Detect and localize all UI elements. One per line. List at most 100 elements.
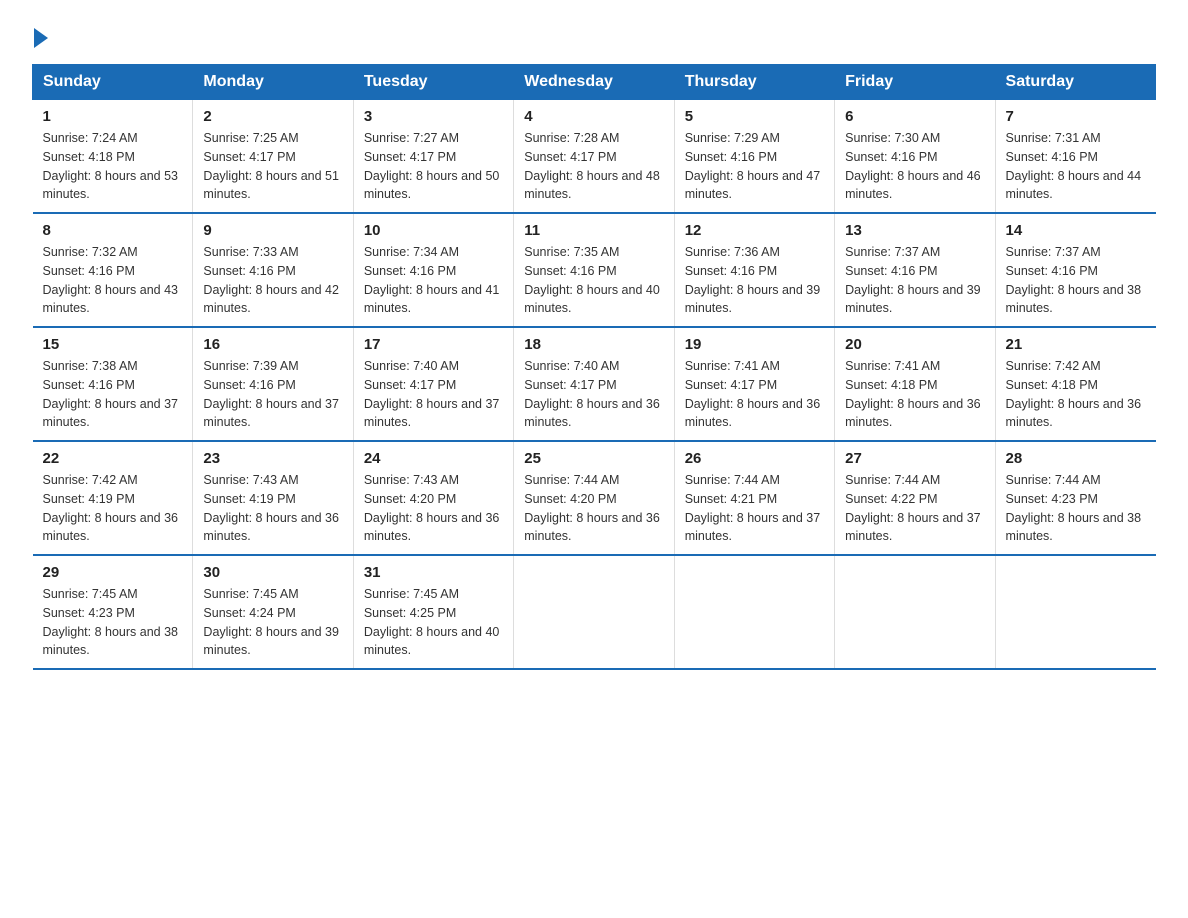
logo-arrow-icon [34,28,48,48]
day-info: Sunrise: 7:36 AMSunset: 4:16 PMDaylight:… [685,243,824,318]
calendar-cell: 2Sunrise: 7:25 AMSunset: 4:17 PMDaylight… [193,100,353,214]
calendar-cell: 13 Sunrise: 7:37 AMSunset: 4:16 PMDayligh… [835,213,995,327]
calendar-cell: 30 Sunrise: 7:45 AMSunset: 4:24 PMDayligh… [193,555,353,669]
weekday-header-monday: Monday [193,65,353,100]
day-info: Sunrise: 7:27 AMSunset: 4:17 PMDaylight:… [364,129,503,204]
day-number: 2 [203,108,342,125]
day-number: 10 [364,222,503,239]
day-number: 21 [1006,336,1146,353]
day-info: Sunrise: 7:41 AMSunset: 4:18 PMDaylight:… [845,357,984,432]
day-info: Sunrise: 7:24 AMSunset: 4:18 PMDaylight:… [43,129,183,204]
day-number: 9 [203,222,342,239]
day-info: Sunrise: 7:32 AMSunset: 4:16 PMDaylight:… [43,243,183,318]
day-number: 17 [364,336,503,353]
day-number: 30 [203,564,342,581]
calendar-cell: 14Sunrise: 7:37 AMSunset: 4:16 PMDayligh… [995,213,1155,327]
day-info: Sunrise: 7:37 AMSunset: 4:16 PMDaylight:… [845,243,984,318]
day-info: Sunrise: 7:39 AMSunset: 4:16 PMDaylight:… [203,357,342,432]
logo [32,24,48,44]
calendar-cell: 31Sunrise: 7:45 AMSunset: 4:25 PMDayligh… [353,555,513,669]
day-number: 13 [845,222,984,239]
calendar-cell: 26Sunrise: 7:44 AMSunset: 4:21 PMDayligh… [674,441,834,555]
day-info: Sunrise: 7:35 AMSunset: 4:16 PMDaylight:… [524,243,663,318]
day-number: 23 [203,450,342,467]
day-info: Sunrise: 7:38 AMSunset: 4:16 PMDaylight:… [43,357,183,432]
calendar-cell: 4 Sunrise: 7:28 AMSunset: 4:17 PMDaylight… [514,100,674,214]
day-number: 14 [1006,222,1146,239]
calendar-cell: 6 Sunrise: 7:30 AMSunset: 4:16 PMDaylight… [835,100,995,214]
calendar-week-row: 8 Sunrise: 7:32 AMSunset: 4:16 PMDaylight… [33,213,1156,327]
calendar-week-row: 1 Sunrise: 7:24 AMSunset: 4:18 PMDaylight… [33,100,1156,214]
day-info: Sunrise: 7:41 AMSunset: 4:17 PMDaylight:… [685,357,824,432]
calendar-cell: 27 Sunrise: 7:44 AMSunset: 4:22 PMDayligh… [835,441,995,555]
calendar-cell: 17Sunrise: 7:40 AMSunset: 4:17 PMDayligh… [353,327,513,441]
day-number: 6 [845,108,984,125]
day-number: 20 [845,336,984,353]
calendar-week-row: 29 Sunrise: 7:45 AMSunset: 4:23 PMDayligh… [33,555,1156,669]
day-info: Sunrise: 7:34 AMSunset: 4:16 PMDaylight:… [364,243,503,318]
day-number: 19 [685,336,824,353]
day-info: Sunrise: 7:28 AMSunset: 4:17 PMDaylight:… [524,129,663,204]
calendar-cell: 18 Sunrise: 7:40 AMSunset: 4:17 PMDayligh… [514,327,674,441]
weekday-header-friday: Friday [835,65,995,100]
day-number: 7 [1006,108,1146,125]
day-info: Sunrise: 7:42 AMSunset: 4:18 PMDaylight:… [1006,357,1146,432]
day-number: 15 [43,336,183,353]
day-number: 12 [685,222,824,239]
day-number: 25 [524,450,663,467]
calendar-cell: 7 Sunrise: 7:31 AMSunset: 4:16 PMDaylight… [995,100,1155,214]
calendar-cell: 16 Sunrise: 7:39 AMSunset: 4:16 PMDayligh… [193,327,353,441]
day-number: 18 [524,336,663,353]
day-info: Sunrise: 7:45 AMSunset: 4:25 PMDaylight:… [364,585,503,660]
day-number: 8 [43,222,183,239]
calendar-table: SundayMondayTuesdayWednesdayThursdayFrid… [32,64,1156,670]
day-number: 3 [364,108,503,125]
day-number: 28 [1006,450,1146,467]
calendar-cell: 5Sunrise: 7:29 AMSunset: 4:16 PMDaylight… [674,100,834,214]
day-number: 1 [43,108,183,125]
day-number: 11 [524,222,663,239]
calendar-cell [514,555,674,669]
day-number: 16 [203,336,342,353]
day-info: Sunrise: 7:44 AMSunset: 4:22 PMDaylight:… [845,471,984,546]
calendar-cell: 24Sunrise: 7:43 AMSunset: 4:20 PMDayligh… [353,441,513,555]
calendar-week-row: 22 Sunrise: 7:42 AMSunset: 4:19 PMDayligh… [33,441,1156,555]
day-number: 22 [43,450,183,467]
day-number: 27 [845,450,984,467]
calendar-cell: 25 Sunrise: 7:44 AMSunset: 4:20 PMDayligh… [514,441,674,555]
calendar-week-row: 15 Sunrise: 7:38 AMSunset: 4:16 PMDayligh… [33,327,1156,441]
day-number: 26 [685,450,824,467]
day-info: Sunrise: 7:42 AMSunset: 4:19 PMDaylight:… [43,471,183,546]
calendar-cell [835,555,995,669]
calendar-cell: 3 Sunrise: 7:27 AMSunset: 4:17 PMDaylight… [353,100,513,214]
day-number: 24 [364,450,503,467]
calendar-cell: 21 Sunrise: 7:42 AMSunset: 4:18 PMDayligh… [995,327,1155,441]
weekday-header-wednesday: Wednesday [514,65,674,100]
calendar-cell: 20 Sunrise: 7:41 AMSunset: 4:18 PMDayligh… [835,327,995,441]
weekday-header-thursday: Thursday [674,65,834,100]
day-info: Sunrise: 7:33 AMSunset: 4:16 PMDaylight:… [203,243,342,318]
calendar-cell [995,555,1155,669]
calendar-cell: 29 Sunrise: 7:45 AMSunset: 4:23 PMDayligh… [33,555,193,669]
day-info: Sunrise: 7:40 AMSunset: 4:17 PMDaylight:… [524,357,663,432]
day-info: Sunrise: 7:45 AMSunset: 4:24 PMDaylight:… [203,585,342,660]
calendar-cell: 9 Sunrise: 7:33 AMSunset: 4:16 PMDaylight… [193,213,353,327]
calendar-cell: 12 Sunrise: 7:36 AMSunset: 4:16 PMDayligh… [674,213,834,327]
day-info: Sunrise: 7:44 AMSunset: 4:23 PMDaylight:… [1006,471,1146,546]
day-number: 29 [43,564,183,581]
day-number: 4 [524,108,663,125]
day-info: Sunrise: 7:30 AMSunset: 4:16 PMDaylight:… [845,129,984,204]
calendar-header: SundayMondayTuesdayWednesdayThursdayFrid… [33,65,1156,100]
calendar-cell: 22 Sunrise: 7:42 AMSunset: 4:19 PMDayligh… [33,441,193,555]
day-info: Sunrise: 7:43 AMSunset: 4:19 PMDaylight:… [203,471,342,546]
weekday-header-sunday: Sunday [33,65,193,100]
calendar-cell: 15 Sunrise: 7:38 AMSunset: 4:16 PMDayligh… [33,327,193,441]
calendar-cell [674,555,834,669]
day-info: Sunrise: 7:44 AMSunset: 4:20 PMDaylight:… [524,471,663,546]
calendar-cell: 1 Sunrise: 7:24 AMSunset: 4:18 PMDaylight… [33,100,193,214]
calendar-cell: 11 Sunrise: 7:35 AMSunset: 4:16 PMDayligh… [514,213,674,327]
calendar-cell: 10 Sunrise: 7:34 AMSunset: 4:16 PMDayligh… [353,213,513,327]
day-info: Sunrise: 7:45 AMSunset: 4:23 PMDaylight:… [43,585,183,660]
day-info: Sunrise: 7:31 AMSunset: 4:16 PMDaylight:… [1006,129,1146,204]
weekday-header-tuesday: Tuesday [353,65,513,100]
